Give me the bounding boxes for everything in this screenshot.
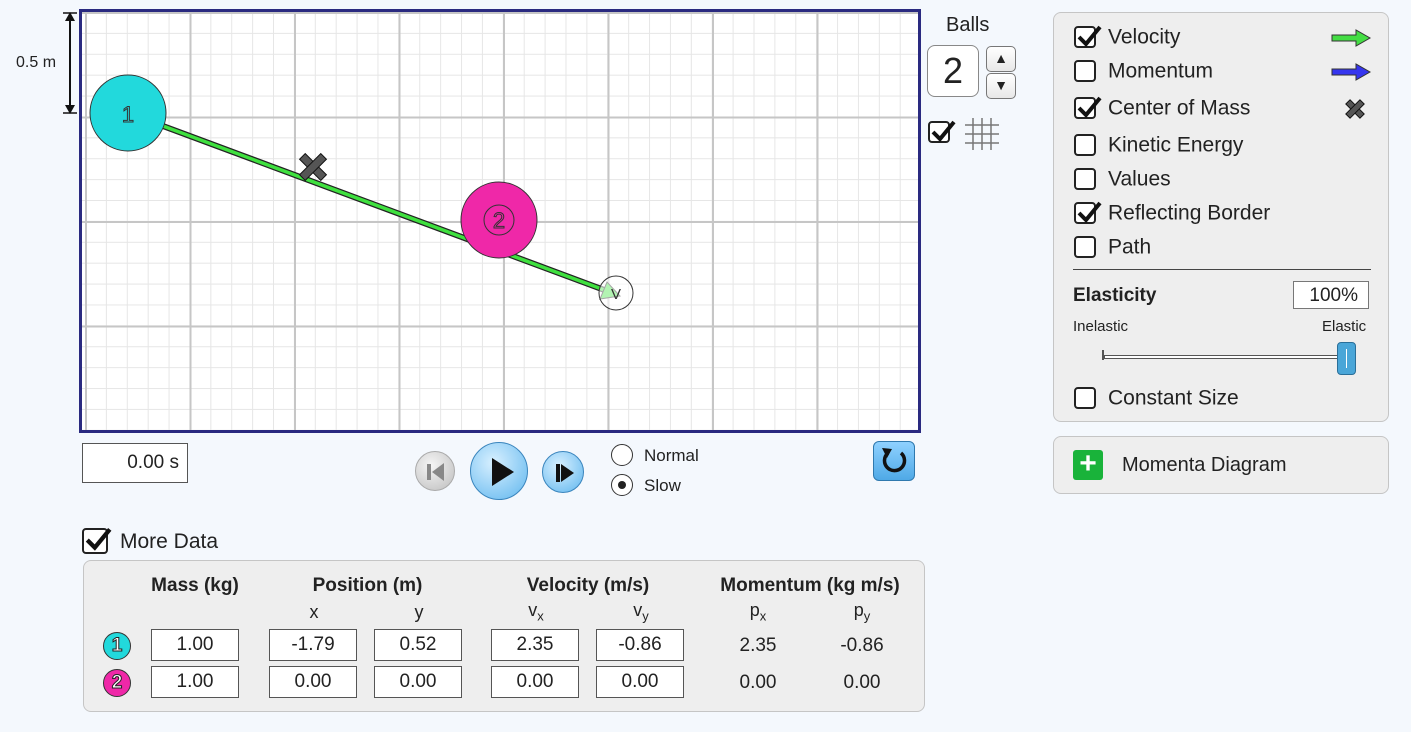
reflecting-border-checkbox[interactable]: Reflecting Border <box>1074 201 1270 231</box>
kinetic-energy-checkbox[interactable]: Kinetic Energy <box>1074 133 1243 163</box>
velocity-label: Velocity <box>1108 25 1181 49</box>
reset-icon <box>882 448 907 473</box>
play-button[interactable] <box>470 442 528 500</box>
velocity-y-input[interactable]: -0.86 <box>596 629 684 661</box>
grid-icon <box>965 118 999 150</box>
position-y-input[interactable]: 0.52 <box>374 629 462 661</box>
speed-slow-label: Slow <box>644 476 681 495</box>
px-subheader: px <box>749 600 767 624</box>
y-subheader: y <box>414 602 424 622</box>
plus-icon[interactable]: + <box>1073 449 1103 480</box>
mass-input[interactable]: 1.00 <box>151 666 239 698</box>
momentum-header: Momentum (kg m/s) <box>720 575 900 596</box>
velocity-header: Velocity (m/s) <box>526 575 650 596</box>
momentum-x-value: 0.00 <box>739 672 777 693</box>
blue-arrow-icon <box>1331 63 1372 81</box>
more-data-label: More Data <box>120 530 219 553</box>
elasticity-slider-thumb[interactable] <box>1337 342 1356 375</box>
center-of-mass-checkbox[interactable]: Center of Mass <box>1074 96 1250 126</box>
path-label: Path <box>1108 235 1152 259</box>
momentum-y-value: -0.86 <box>840 635 884 656</box>
options-divider <box>1073 269 1371 270</box>
ball-1[interactable]: 1 <box>89 74 167 152</box>
time-display: 0.00 s <box>82 443 188 483</box>
position-y-input[interactable]: 0.00 <box>374 666 462 698</box>
balls-decrement-button[interactable]: ▼ <box>986 73 1016 99</box>
position-x-input[interactable]: -1.79 <box>269 629 357 661</box>
reset-button[interactable] <box>873 441 915 481</box>
step-forward-icon <box>556 464 574 482</box>
kinetic-energy-label: Kinetic Energy <box>1108 133 1244 157</box>
play-area-canvas[interactable]: 1 2 V <box>82 12 918 430</box>
play-area[interactable]: 1 2 V <box>79 9 921 433</box>
position-x-input[interactable]: 0.00 <box>269 666 357 698</box>
center-of-mass-label: Center of Mass <box>1108 96 1251 120</box>
values-label: Values <box>1108 167 1171 191</box>
momentum-label: Momentum <box>1108 59 1214 83</box>
more-data-checkbox[interactable] <box>82 527 112 554</box>
values-checkbox[interactable]: Values <box>1074 167 1171 197</box>
mass-header: Mass (kg) <box>151 575 239 596</box>
balls-label: Balls <box>946 14 990 36</box>
position-header: Position (m) <box>312 575 423 596</box>
velocity-x-input[interactable]: 2.35 <box>491 629 579 661</box>
path-checkbox[interactable]: Path <box>1074 235 1151 265</box>
grid-checkbox[interactable] <box>928 120 956 143</box>
step-back-button[interactable] <box>415 451 455 491</box>
velocity-x-input[interactable]: 0.00 <box>491 666 579 698</box>
green-arrow-icon <box>1331 29 1372 47</box>
momentum-x-value: 2.35 <box>739 635 777 656</box>
scale-label: 0.5 m <box>16 54 57 71</box>
ball-2[interactable]: 2 <box>460 181 538 259</box>
elasticity-value-field[interactable]: 100% <box>1293 281 1369 309</box>
elastic-label: Elastic <box>1322 318 1367 335</box>
velocity-checkbox[interactable]: Velocity <box>1074 25 1180 55</box>
speed-normal-label: Normal <box>644 446 699 465</box>
ball-2-icon: 2 <box>103 669 131 697</box>
speed-slow-radio[interactable] <box>611 474 633 496</box>
ball-1-label: 1 <box>122 102 134 127</box>
scale-bar <box>63 12 77 114</box>
momentum-y-value: 0.00 <box>843 672 881 693</box>
reflecting-border-label: Reflecting Border <box>1108 201 1271 225</box>
mass-input[interactable]: 1.00 <box>151 629 239 661</box>
inelastic-label: Inelastic <box>1073 318 1129 335</box>
triangle-up-icon: ▲ <box>994 50 1008 66</box>
elasticity-title: Elasticity <box>1073 285 1157 306</box>
balls-count-display: 2 <box>927 45 979 97</box>
py-subheader: py <box>853 600 871 624</box>
x-mark-icon <box>1345 99 1365 119</box>
triangle-down-icon: ▼ <box>994 77 1008 93</box>
velocity-y-input[interactable]: 0.00 <box>596 666 684 698</box>
velocity-handle-label: V <box>611 286 621 303</box>
vx-subheader: vx <box>528 600 544 624</box>
step-forward-button[interactable] <box>542 451 584 493</box>
elasticity-slider-track[interactable] <box>1104 355 1349 359</box>
vy-subheader: vy <box>633 600 649 624</box>
step-back-icon <box>427 463 444 481</box>
constant-size-checkbox[interactable]: Constant Size <box>1074 386 1239 416</box>
play-icon <box>492 458 514 486</box>
velocity-handle[interactable]: V <box>598 275 634 311</box>
momentum-checkbox[interactable]: Momentum <box>1074 59 1213 89</box>
ball-1-icon: 1 <box>103 632 131 660</box>
speed-normal-radio[interactable] <box>611 444 633 466</box>
constant-size-label: Constant Size <box>1108 386 1239 410</box>
x-subheader: x <box>309 602 319 622</box>
balls-increment-button[interactable]: ▲ <box>986 46 1016 72</box>
momenta-diagram-label[interactable]: Momenta Diagram <box>1122 454 1287 477</box>
ball-2-label: 2 <box>493 208 505 233</box>
